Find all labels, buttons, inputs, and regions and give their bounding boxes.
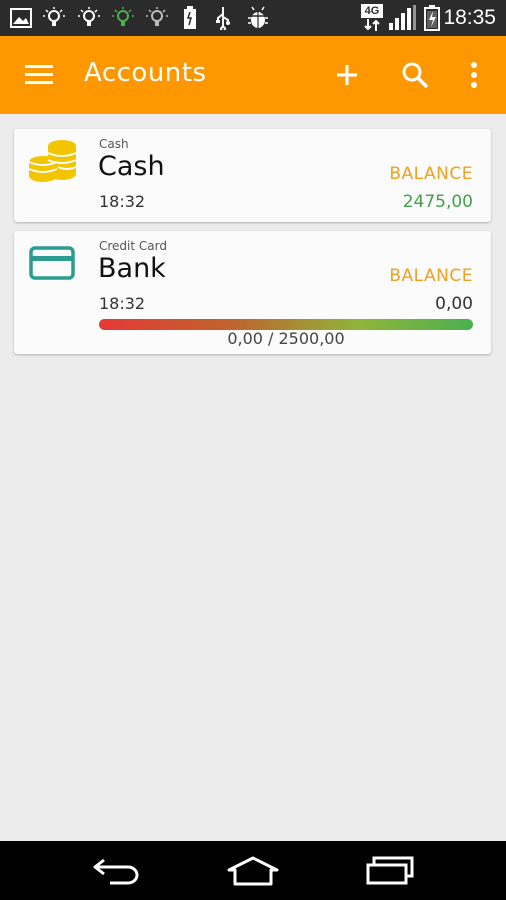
usb-icon xyxy=(211,6,235,30)
status-bar: 4G 18:35 xyxy=(0,0,506,36)
signal-icon xyxy=(388,5,416,30)
status-time: 18:35 xyxy=(443,6,496,29)
account-card-bank[interactable]: Credit Card Bank 18:32 BALANCE 0,00 0,00… xyxy=(14,231,491,354)
network-4g-icon: 4G xyxy=(361,0,383,36)
add-icon[interactable] xyxy=(330,58,364,92)
balance-value: 0,00 xyxy=(435,294,473,314)
back-icon[interactable] xyxy=(86,852,146,890)
account-name: Bank xyxy=(98,253,166,284)
home-icon[interactable] xyxy=(223,852,283,890)
credit-limit-text: 0,00 / 2500,00 xyxy=(227,329,345,348)
account-time: 18:32 xyxy=(99,294,146,313)
more-vert-icon[interactable] xyxy=(457,58,491,92)
balance-label: BALANCE xyxy=(389,266,473,286)
lightbulb-icon xyxy=(145,6,169,30)
coins-icon xyxy=(28,138,78,188)
lightbulb-green-icon xyxy=(111,6,135,30)
gallery-icon xyxy=(9,6,33,30)
account-name: Cash xyxy=(98,151,165,182)
app-bar: Accounts xyxy=(0,36,506,114)
account-card-cash[interactable]: Cash Cash 18:32 BALANCE 2475,00 xyxy=(14,129,491,222)
android-debug-icon xyxy=(246,6,270,30)
credit-card-icon xyxy=(29,246,75,284)
lightbulb-icon xyxy=(77,6,101,30)
account-time: 18:32 xyxy=(99,192,146,211)
balance-label: BALANCE xyxy=(389,164,473,184)
recents-icon[interactable] xyxy=(360,852,420,890)
menu-icon[interactable] xyxy=(22,58,56,92)
account-type-label: Credit Card xyxy=(99,239,167,253)
battery-charging-icon xyxy=(423,5,441,31)
navigation-bar xyxy=(0,841,506,900)
account-type-label: Cash xyxy=(99,137,129,151)
lightbulb-icon xyxy=(42,6,66,30)
search-icon[interactable] xyxy=(398,58,432,92)
balance-value: 2475,00 xyxy=(402,192,473,212)
network-type-label: 4G xyxy=(361,4,383,18)
battery-icon xyxy=(178,6,202,30)
page-title: Accounts xyxy=(84,58,207,88)
